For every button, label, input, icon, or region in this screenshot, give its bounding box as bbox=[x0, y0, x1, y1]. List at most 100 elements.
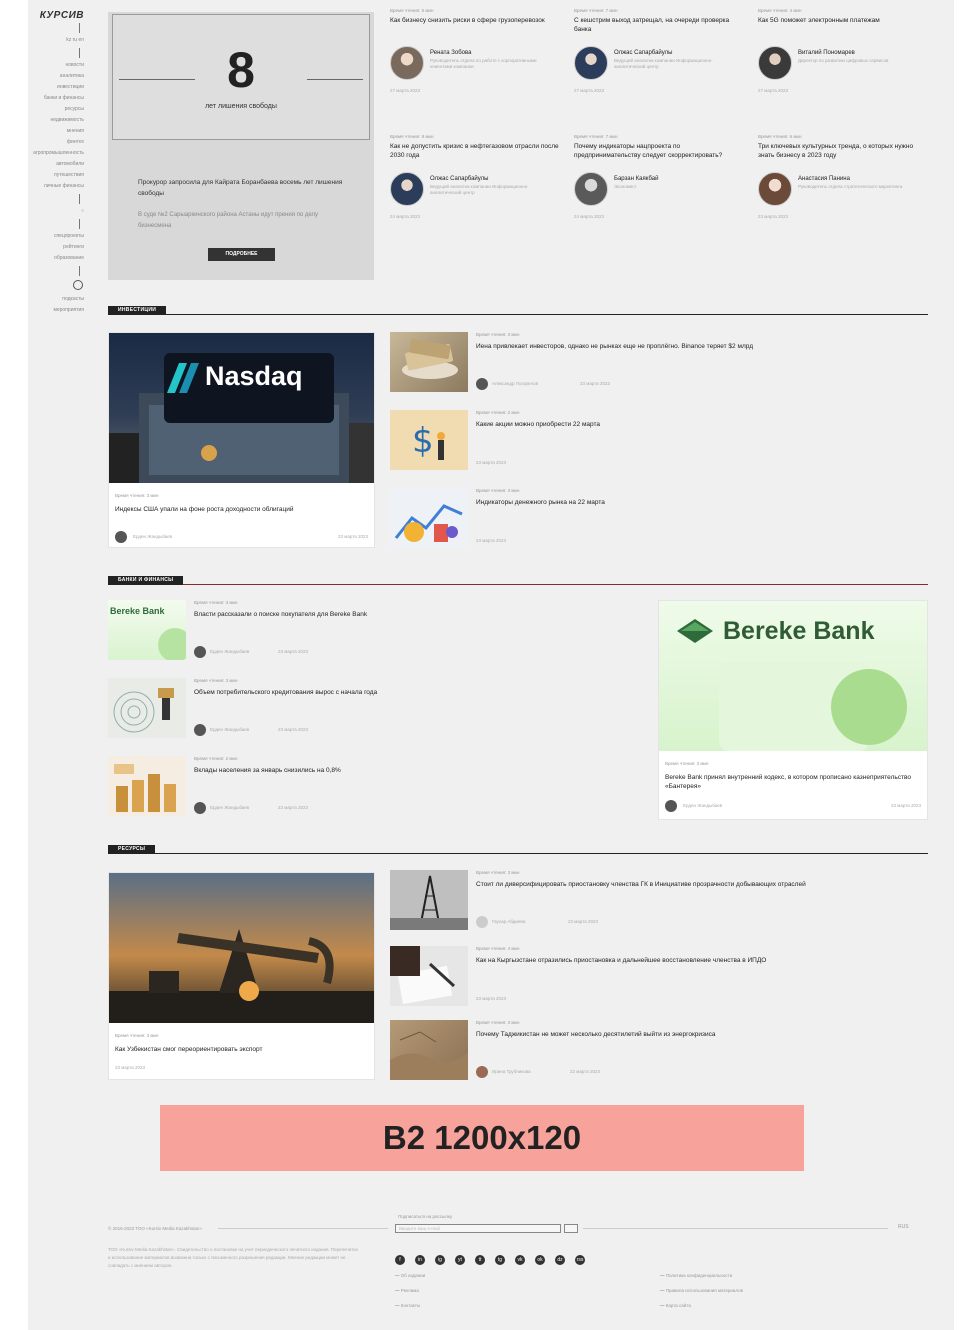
opinion-card[interactable]: Время чтения: 7 мин С кешстрим выход зат… bbox=[574, 8, 746, 93]
article-title[interactable]: Как Узбекистан смог переориентировать эк… bbox=[115, 1045, 368, 1054]
dzen-icon[interactable]: dz bbox=[555, 1255, 565, 1265]
promo-headline[interactable]: Прокурор запросила для Кайрата Боранбаев… bbox=[138, 177, 348, 199]
article-title[interactable]: Индикаторы денежного рынка на 22 марта bbox=[476, 498, 605, 507]
footer-link[interactable]: Реклама bbox=[395, 1283, 425, 1298]
globe-icon[interactable] bbox=[73, 280, 83, 290]
author-name[interactable]: Александр Погорелов bbox=[492, 381, 538, 386]
feature-article[interactable]: Nasdaq Время чтения: 3 мин Индексы США у… bbox=[108, 332, 375, 548]
article-title[interactable]: Какие акции можно приобрести 22 марта bbox=[476, 420, 600, 429]
list-item[interactable]: Время чтения: 3 мин Почему Таджикистан н… bbox=[390, 1020, 930, 1084]
list-item[interactable]: Время чтения: 3 мин Иена привлекает инве… bbox=[390, 332, 930, 396]
youtube-icon[interactable]: yt bbox=[455, 1255, 465, 1265]
odnoklassniki-icon[interactable]: ok bbox=[535, 1255, 545, 1265]
author-name[interactable]: Ерден Жандыбаев bbox=[683, 803, 722, 808]
opinion-card[interactable]: Время чтения: 5 мин Как бизнесу снизить … bbox=[390, 8, 562, 93]
sidebar-item[interactable]: подкасты bbox=[28, 294, 84, 305]
article-title[interactable]: Вклады населения за январь снизились на … bbox=[194, 766, 341, 775]
article-title[interactable]: Стоит ли диверсифицировать приостановку … bbox=[476, 880, 916, 889]
article-title[interactable]: Как на Кыргызстане отразились приостанов… bbox=[476, 956, 766, 965]
opinion-card[interactable]: Время чтения: 6 мин Три ключевых культур… bbox=[758, 134, 930, 219]
feature-article[interactable]: Bereke Bank Время чтения: 3 мин Bereke B… bbox=[658, 600, 928, 820]
article-title[interactable]: Как бизнесу снизить риски в сфере грузоп… bbox=[390, 16, 562, 46]
sidebar-item[interactable]: мероприятия bbox=[28, 305, 84, 316]
article-title[interactable]: Три ключевых культурных тренда, о которы… bbox=[758, 142, 930, 172]
feature-article[interactable]: Время чтения: 3 мин Как Узбекистан смог … bbox=[108, 872, 375, 1080]
author-name[interactable]: Ерден Жандыбаев bbox=[133, 534, 172, 539]
avatar bbox=[574, 46, 608, 80]
tiktok-icon[interactable]: tt bbox=[475, 1255, 485, 1265]
sidebar-item[interactable]: спецпроекты bbox=[28, 231, 84, 242]
footer-link[interactable]: Контакты bbox=[395, 1298, 425, 1313]
article-title[interactable]: Иена привлекает инвесторов, однако не ры… bbox=[476, 342, 753, 351]
promo-card[interactable]: 8 лет лишения свободы Прокурор запросила… bbox=[108, 12, 374, 280]
author-bio: Руководитель отдела стратегического марк… bbox=[798, 184, 903, 189]
article-title[interactable]: С кешстрим выход затрещал, на очереди пр… bbox=[574, 16, 746, 46]
search-icon[interactable]: ○ bbox=[28, 206, 84, 217]
telegram-icon[interactable]: tg bbox=[495, 1255, 505, 1265]
sidebar-item[interactable]: новости bbox=[28, 60, 84, 71]
list-item[interactable]: Время чтения: 3 мин Объем потребительско… bbox=[108, 678, 648, 742]
author-name[interactable]: Виталий Пономарев bbox=[798, 50, 855, 56]
sidebar-item[interactable]: образование bbox=[28, 253, 84, 264]
footer-link[interactable]: Политика конфиденциальности bbox=[660, 1268, 743, 1283]
list-item[interactable]: Время чтения: 3 мин Индикаторы денежного… bbox=[390, 488, 930, 552]
article-title[interactable]: Индексы США упали на фоне роста доходнос… bbox=[115, 505, 368, 514]
sidebar-item[interactable]: личные финансы bbox=[28, 181, 84, 192]
list-item[interactable]: Bereke Bank Время чтения: 3 мин Власти р… bbox=[108, 600, 648, 664]
opinion-card[interactable]: Время чтения: 8 мин Как не допустить кри… bbox=[390, 134, 562, 219]
vk-icon[interactable]: vk bbox=[515, 1255, 525, 1265]
article-title[interactable]: Почему Таджикистан не может несколько де… bbox=[476, 1030, 716, 1039]
section-tag[interactable]: БАНКИ И ФИНАНСЫ bbox=[108, 576, 184, 585]
author-name[interactable]: Ерден Жандыбаев bbox=[210, 805, 249, 810]
opinion-card[interactable]: Время чтения: 7 мин Почему индикаторы на… bbox=[574, 134, 746, 219]
list-item[interactable]: Время чтения: 4 мин Как на Кыргызстане о… bbox=[390, 946, 930, 1010]
opinion-card[interactable]: Время чтения: 4 мин Как 5G поможет элект… bbox=[758, 8, 930, 93]
sidebar-item[interactable]: путешествия bbox=[28, 170, 84, 181]
sidebar-item[interactable]: ресурсы bbox=[28, 104, 84, 115]
author-name[interactable]: Гаухар Абдиева bbox=[492, 919, 525, 924]
list-item[interactable]: Время чтения: 3 мин Стоит ли диверсифици… bbox=[390, 870, 930, 934]
language-selector[interactable]: RUS bbox=[898, 1224, 909, 1230]
subscribe-email-input[interactable]: Введите ваш e-mail bbox=[395, 1224, 561, 1233]
subscribe-submit-button[interactable] bbox=[564, 1224, 578, 1233]
article-title[interactable]: Как 5G поможет электронным платежам bbox=[758, 16, 930, 46]
linkedin-icon[interactable]: in bbox=[415, 1255, 425, 1265]
footer-link[interactable]: Об издании bbox=[395, 1268, 425, 1283]
article-title[interactable]: Власти рассказали о поиске покупателя дл… bbox=[194, 610, 367, 619]
author-name[interactable]: Ерден Жандыбаев bbox=[210, 727, 249, 732]
sidebar-item[interactable]: банки и финансы bbox=[28, 93, 84, 104]
author-name[interactable]: Олжас Сапарбайулы bbox=[430, 176, 488, 182]
sidebar-item[interactable]: инвестиции bbox=[28, 82, 84, 93]
author-name[interactable]: Ерден Жандыбаев bbox=[210, 649, 249, 654]
sidebar-item[interactable]: агропромышленность bbox=[28, 148, 84, 159]
author-name[interactable]: Барзан Каякбай bbox=[614, 176, 658, 182]
author-name[interactable]: Рената Зобова bbox=[430, 50, 471, 56]
site-logo[interactable]: КУРСИВ bbox=[28, 10, 84, 21]
sidebar-item[interactable]: аналитика bbox=[28, 71, 84, 82]
sidebar-item[interactable]: недвижимость bbox=[28, 115, 84, 126]
sidebar-item[interactable]: финтех bbox=[28, 137, 84, 148]
section-tag[interactable]: РЕСУРСЫ bbox=[108, 845, 156, 854]
section-tag[interactable]: ИНВЕСТИЦИИ bbox=[108, 306, 167, 315]
sidebar-item[interactable]: автомобили bbox=[28, 159, 84, 170]
list-item[interactable]: Время чтения: 2 мин Вклады населения за … bbox=[108, 756, 648, 820]
instagram-icon[interactable]: ig bbox=[435, 1255, 445, 1265]
rss-icon[interactable]: rss bbox=[575, 1255, 585, 1265]
avatar bbox=[758, 172, 792, 206]
sidebar-item[interactable]: мнения bbox=[28, 126, 84, 137]
article-title[interactable]: Bereke Bank принял внутренний кодекс, в … bbox=[665, 773, 921, 791]
article-title[interactable]: Объем потребительского кредитования выро… bbox=[194, 688, 377, 697]
language-switcher[interactable]: kz ru en bbox=[28, 35, 84, 46]
author-name[interactable]: Ирина Трубникова bbox=[492, 1069, 531, 1074]
facebook-icon[interactable]: f bbox=[395, 1255, 405, 1265]
article-title[interactable]: Почему индикаторы нацпроекта по предприн… bbox=[574, 142, 746, 172]
list-item[interactable]: $ Время чтения: 2 мин Какие акции можно … bbox=[390, 410, 930, 474]
article-title[interactable]: Как не допустить кризис в нефтегазовом о… bbox=[390, 142, 562, 172]
more-button[interactable]: ПОДРОБНЕЕ bbox=[208, 248, 275, 261]
ad-banner[interactable]: B2 1200x120 bbox=[160, 1105, 804, 1171]
author-name[interactable]: Олжас Сапарбайулы bbox=[614, 50, 672, 56]
footer-link[interactable]: Карта сайта bbox=[660, 1298, 743, 1313]
sidebar-item[interactable]: рейтинги bbox=[28, 242, 84, 253]
footer-link[interactable]: Правила использования материалов bbox=[660, 1283, 743, 1298]
author-name[interactable]: Анастасия Панина bbox=[798, 176, 850, 182]
